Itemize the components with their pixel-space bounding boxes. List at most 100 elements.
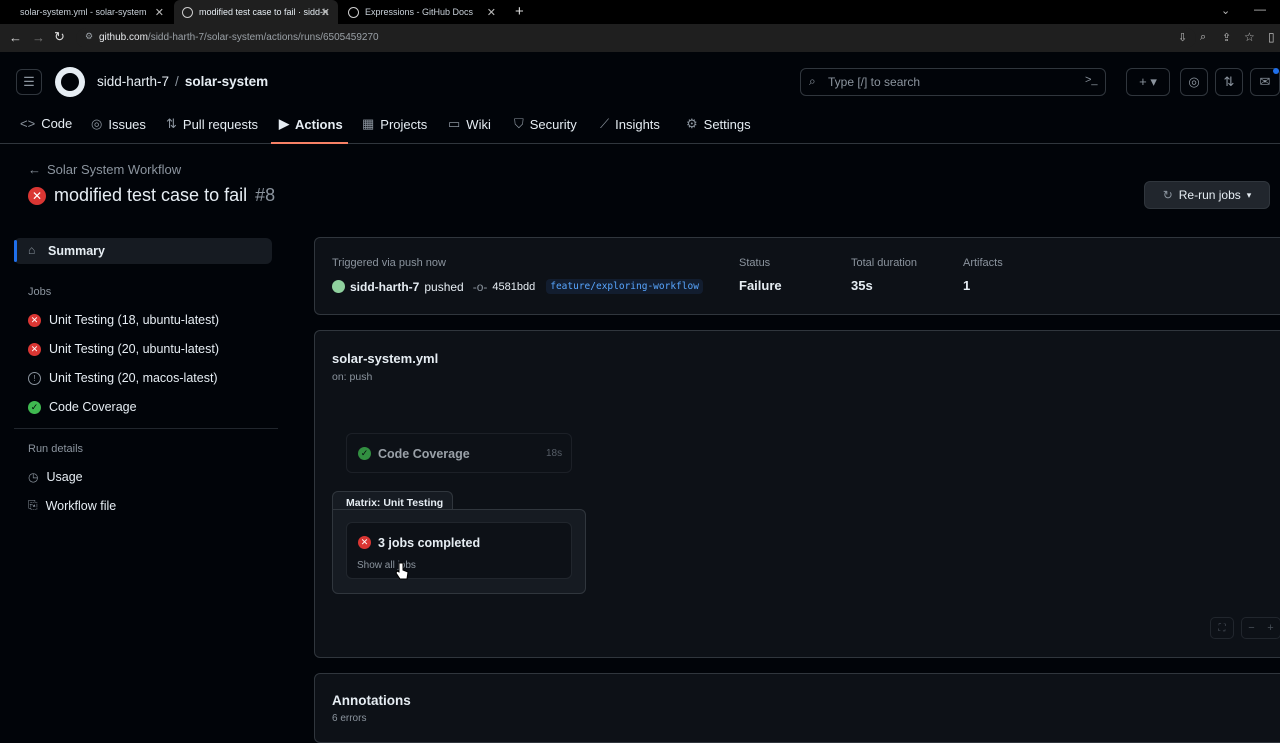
- failure-icon: ✕: [28, 342, 41, 356]
- sidebar-job[interactable]: ✓ Code Coverage: [28, 400, 137, 414]
- tab-security[interactable]: ⛉ Security: [514, 116, 577, 132]
- job-label: Code Coverage: [49, 400, 137, 414]
- job-node-code-coverage[interactable]: ✓ Code Coverage 18s: [346, 433, 572, 473]
- sidebar-workflow-file[interactable]: ⎘ Workflow file: [28, 498, 116, 513]
- zoom-controls[interactable]: − +: [1241, 617, 1280, 639]
- sidebar-summary[interactable]: ⌂ Summary: [14, 238, 272, 264]
- back-arrow-icon[interactable]: ←: [9, 30, 22, 45]
- hamburger-menu-icon[interactable]: ☰: [16, 69, 42, 95]
- annotations-title: Annotations: [332, 693, 411, 708]
- search-input[interactable]: ⌕ Type [/] to search >_: [800, 68, 1106, 96]
- install-icon[interactable]: ⇩: [1178, 31, 1187, 44]
- book-icon: ▭: [448, 116, 461, 131]
- minimize-icon[interactable]: —: [1254, 2, 1266, 16]
- sidebar-job[interactable]: ✕ Unit Testing (18, ubuntu-latest): [28, 313, 219, 327]
- status-value: Failure: [739, 278, 782, 293]
- back-to-workflow-link[interactable]: ← Solar System Workflow: [28, 162, 181, 177]
- cancelled-icon: !: [28, 371, 41, 385]
- matrix-summary: 3 jobs completed: [378, 536, 481, 550]
- owner-link[interactable]: sidd-harth-7: [97, 74, 169, 89]
- repo-link[interactable]: solar-system: [185, 74, 268, 89]
- tab-label: Insights: [615, 116, 660, 132]
- jobs-heading: Jobs: [28, 286, 52, 298]
- tab-projects[interactable]: ▦ Projects: [362, 116, 427, 132]
- zoom-icon[interactable]: ⌕: [1200, 31, 1206, 44]
- artifacts-value[interactable]: 1: [963, 278, 970, 293]
- fullscreen-icon[interactable]: ⛶: [1210, 617, 1234, 639]
- tab-pull-requests[interactable]: ⇅ Pull requests: [166, 116, 258, 132]
- search-icon: ⌕: [809, 74, 816, 88]
- tab-search-icon[interactable]: ⌄: [1221, 4, 1230, 17]
- bookmark-star-icon[interactable]: ☆: [1244, 30, 1255, 44]
- new-tab-icon[interactable]: +: [515, 3, 524, 20]
- failure-icon: ✕: [28, 313, 41, 327]
- tab-issues[interactable]: ◎ Issues: [91, 116, 146, 132]
- annotations-count: 6 errors: [332, 713, 367, 724]
- browser-tab[interactable]: Expressions - GitHub Docs ✕: [340, 0, 504, 24]
- usage-label: Usage: [46, 470, 83, 484]
- tab-label: Issues: [108, 116, 146, 132]
- annotations-panel: [314, 673, 1280, 743]
- sidebar-job[interactable]: ✕ Unit Testing (20, ubuntu-latest): [28, 342, 219, 356]
- success-icon: ✓: [358, 447, 371, 460]
- browser-tab-active[interactable]: modified test case to fail · sidd-h ✕: [174, 0, 338, 24]
- zoom-in-icon[interactable]: +: [1267, 622, 1273, 634]
- tab-label: Code: [41, 116, 73, 131]
- url-text[interactable]: github.com/sidd-harth-7/solar-system/act…: [99, 32, 379, 43]
- close-icon[interactable]: ✕: [487, 6, 496, 19]
- tab-title: solar-system.yml - solar-system: [20, 7, 147, 17]
- rerun-label: Re-run jobs: [1178, 188, 1241, 202]
- site-info-icon[interactable]: ⚙: [85, 31, 93, 42]
- tab-label: Projects: [380, 116, 428, 132]
- close-icon[interactable]: ✕: [155, 6, 164, 19]
- github-logo-icon[interactable]: [55, 67, 85, 97]
- zoom-out-icon[interactable]: −: [1248, 622, 1254, 634]
- tab-title: modified test case to fail · sidd-h: [199, 7, 329, 17]
- commit-icon: -o-: [472, 279, 488, 294]
- sidebar-job[interactable]: ! Unit Testing (20, macos-latest): [28, 371, 218, 385]
- branch-badge[interactable]: feature/exploring-workflow: [546, 279, 703, 294]
- notification-dot: [1273, 68, 1279, 74]
- tab-insights[interactable]: ⟋ Insights: [600, 116, 660, 132]
- workflow-name: Solar System Workflow: [47, 162, 182, 177]
- sync-icon: ↻: [1162, 188, 1173, 202]
- tab-label: Wiki: [466, 116, 491, 132]
- command-palette-icon[interactable]: >_: [1085, 74, 1098, 86]
- workflow-file-name: solar-system.yml: [332, 351, 439, 366]
- actor-link[interactable]: sidd-harth-7: [350, 280, 419, 294]
- tab-settings[interactable]: ⚙ Settings: [686, 116, 751, 132]
- browser-tab-bar: solar-system.yml - solar-system ✕ modifi…: [0, 0, 1280, 24]
- file-icon: ⎘: [28, 498, 38, 512]
- sidebar-usage[interactable]: ◷ Usage: [28, 470, 83, 484]
- close-icon[interactable]: ✕: [321, 6, 330, 19]
- stopwatch-icon: ◷: [28, 470, 39, 484]
- divider: [14, 428, 278, 429]
- pull-requests-button[interactable]: ⇅: [1215, 68, 1243, 96]
- create-new-button[interactable]: + ▾: [1126, 68, 1170, 96]
- issues-button[interactable]: ◎: [1180, 68, 1208, 96]
- tab-wiki[interactable]: ▭ Wiki: [448, 116, 491, 132]
- breadcrumb-separator: /: [175, 74, 179, 89]
- browser-tab[interactable]: solar-system.yml - solar-system ✕: [12, 0, 172, 24]
- back-arrow-icon: ←: [28, 162, 41, 177]
- triggered-label: Triggered via push now: [332, 257, 446, 269]
- table-icon: ▦: [362, 116, 375, 131]
- play-icon: ▶: [279, 116, 289, 131]
- tab-code[interactable]: <> Code: [20, 116, 72, 131]
- commit-link[interactable]: 4581bdd: [492, 281, 535, 293]
- search-placeholder: Type [/] to search: [828, 75, 921, 89]
- plus-icon: + ▾: [1139, 74, 1157, 89]
- sidepanel-icon[interactable]: ▯: [1268, 30, 1275, 44]
- issue-icon: ◎: [1188, 74, 1200, 89]
- reload-icon[interactable]: ↻: [54, 29, 65, 45]
- job-duration: 18s: [546, 448, 563, 459]
- tab-label: Security: [529, 116, 577, 132]
- failure-icon: ✕: [28, 186, 46, 205]
- home-icon: ⌂: [28, 243, 36, 257]
- tab-actions[interactable]: ▶ Actions: [279, 116, 343, 132]
- push-info: sidd-harth-7 pushed -o- 4581bdd feature/…: [332, 279, 703, 294]
- rerun-jobs-button[interactable]: ↻ Re-run jobs ▾: [1144, 181, 1270, 209]
- forward-arrow-icon[interactable]: →: [32, 30, 45, 45]
- matrix-summary-card[interactable]: ✕ 3 jobs completed Show all jobs: [346, 522, 572, 579]
- share-icon[interactable]: ⇪: [1222, 31, 1231, 44]
